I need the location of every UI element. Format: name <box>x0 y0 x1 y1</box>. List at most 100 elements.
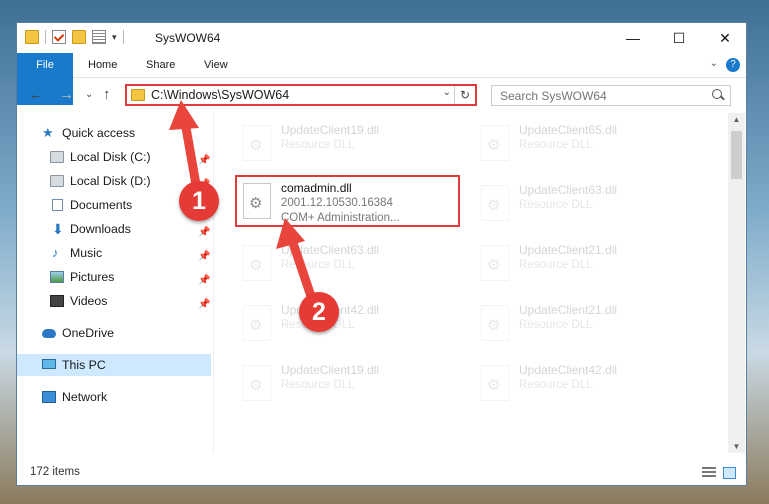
maximize-button[interactable]: ☐ <box>656 23 702 53</box>
pin-icon[interactable]: 📌 <box>198 270 210 292</box>
file-tile[interactable]: UpdateClient21.dll Resource DLL <box>473 237 698 289</box>
file-name: UpdateClient63.dll <box>519 183 618 197</box>
window-title: SysWOW64 <box>155 31 221 45</box>
file-tile[interactable]: UpdateClient42.dll Resource DLL <box>235 297 460 349</box>
sidebar-item-pictures[interactable]: Pictures 📌 <box>17 266 211 288</box>
sidebar-item-network[interactable]: Network <box>17 386 211 408</box>
onedrive-icon <box>42 329 56 338</box>
pin-icon[interactable]: 📌 <box>198 246 210 268</box>
network-icon <box>42 391 56 403</box>
sidebar-item-label: Quick access <box>62 126 136 140</box>
file-name: UpdateClient19.dll <box>281 123 380 137</box>
pin-icon[interactable]: 📌 <box>198 294 210 316</box>
forward-button[interactable]: → <box>59 86 74 103</box>
scroll-down-icon[interactable]: ▼ <box>728 442 745 451</box>
disk-icon <box>50 175 64 187</box>
pin-icon[interactable]: 📌 <box>198 150 210 172</box>
sidebar-item-downloads[interactable]: ⬇ Downloads 📌 <box>17 218 211 240</box>
ribbon-tabs: File Home Share View ⌄ ? <box>17 53 746 105</box>
new-folder-icon[interactable] <box>72 30 86 44</box>
file-tile[interactable]: UpdateClient21.dll Resource DLL <box>473 297 698 349</box>
search-icon[interactable] <box>712 89 722 99</box>
up-button[interactable]: ↑ <box>103 86 111 103</box>
folder-icon[interactable] <box>25 30 39 44</box>
file-tile[interactable]: UpdateClient19.dll Resource DLL <box>235 117 460 169</box>
dll-file-icon <box>481 245 509 281</box>
videos-icon <box>50 295 64 307</box>
sidebar-item-videos[interactable]: Videos 📌 <box>17 290 211 312</box>
file-tile[interactable]: UpdateClient63.dll Resource DLL <box>473 177 698 229</box>
disk-icon <box>50 151 64 163</box>
file-type: Resource DLL <box>519 319 593 331</box>
properties-icon[interactable] <box>92 30 106 44</box>
dll-file-icon <box>481 185 509 221</box>
sidebar-item-label: Local Disk (D:) <box>70 174 151 188</box>
search-box[interactable] <box>491 85 731 106</box>
file-version: 2001.12.10530.16384 <box>281 197 393 209</box>
sidebar-item-label: OneDrive <box>62 326 114 340</box>
scrollbar-thumb[interactable] <box>731 131 742 179</box>
file-tile[interactable]: UpdateClient63.dll Resource DLL <box>235 237 460 289</box>
file-tile[interactable]: UpdateClient19.dll Resource DLL <box>235 357 460 409</box>
file-type: Resource DLL <box>519 259 593 271</box>
details-view-icon[interactable] <box>702 467 716 479</box>
tiles-view-icon[interactable] <box>723 467 736 479</box>
pictures-icon <box>50 271 64 283</box>
address-path[interactable]: C:\Windows\SysWOW64 <box>151 88 289 102</box>
file-name: comadmin.dll <box>281 181 352 195</box>
dll-file-icon <box>243 125 271 161</box>
sidebar-item-label: Network <box>62 390 108 404</box>
downloads-icon: ⬇ <box>52 221 64 237</box>
file-name: UpdateClient19.dll <box>281 363 380 377</box>
address-bar[interactable]: C:\Windows\SysWOW64 ⌄ ↻ <box>125 84 477 106</box>
sidebar-item-this-pc[interactable]: This PC <box>17 354 211 376</box>
file-tile[interactable]: UpdateClient42.dll Resource DLL <box>473 357 698 409</box>
status-bar: 172 items <box>17 463 746 485</box>
sidebar-item-onedrive[interactable]: OneDrive <box>17 322 211 344</box>
sidebar-item-label: Local Disk (C:) <box>70 150 151 164</box>
dll-file-icon <box>481 305 509 341</box>
sidebar-item-label: Downloads <box>70 222 131 236</box>
file-name: UpdateClient63.dll <box>281 243 380 257</box>
search-input[interactable] <box>498 88 702 104</box>
step-2-badge: 2 <box>299 292 339 332</box>
sidebar-item-quick-access[interactable]: ★ Quick access <box>17 122 211 144</box>
tab-share[interactable]: Share <box>132 53 189 77</box>
folder-icon <box>131 89 145 101</box>
dll-file-icon <box>243 305 271 341</box>
help-icon[interactable]: ? <box>726 58 740 72</box>
file-type: Resource DLL <box>519 379 593 391</box>
scroll-up-icon[interactable]: ▲ <box>728 115 745 124</box>
navigation-bar: ← → ⌄ ↑ C:\Windows\SysWOW64 ⌄ ↻ <box>17 78 746 112</box>
file-explorer-window: ▾ SysWOW64 — ☐ ✕ File Home Share View ⌄ … <box>16 22 747 486</box>
sidebar-item-local-disk-c[interactable]: Local Disk (C:) 📌 <box>17 146 211 168</box>
address-dropdown-icon[interactable]: ⌄ <box>443 87 451 98</box>
tab-home[interactable]: Home <box>74 53 131 77</box>
collapse-ribbon-icon[interactable]: ⌄ <box>710 58 718 69</box>
customize-toolbar-icon[interactable]: ▾ <box>112 32 117 43</box>
recent-locations-button[interactable]: ⌄ <box>85 89 93 100</box>
file-type: Resource DLL <box>519 199 593 211</box>
sidebar-item-label: Videos <box>70 294 108 308</box>
file-name: UpdateClient42.dll <box>519 363 618 377</box>
refresh-button[interactable]: ↻ <box>454 86 475 104</box>
file-tile-comadmin[interactable]: comadmin.dll 2001.12.10530.16384 COM+ Ad… <box>235 175 460 227</box>
back-button[interactable]: ← <box>29 86 44 103</box>
tab-view[interactable]: View <box>190 53 242 77</box>
sidebar-item-label: This PC <box>62 358 106 372</box>
pin-icon[interactable]: 📌 <box>198 222 210 244</box>
title-bar: ▾ SysWOW64 — ☐ ✕ <box>17 23 746 53</box>
step-1-badge: 1 <box>179 181 219 221</box>
documents-icon <box>52 199 63 211</box>
star-icon: ★ <box>42 125 54 140</box>
properties-check-icon[interactable] <box>52 30 66 44</box>
sidebar-item-music[interactable]: ♪ Music 📌 <box>17 242 211 264</box>
minimize-button[interactable]: — <box>610 23 656 53</box>
this-pc-icon <box>42 359 56 369</box>
quick-access-toolbar: ▾ <box>25 30 124 44</box>
file-tile[interactable]: UpdateClient65.dll Resource DLL <box>473 117 698 169</box>
vertical-scrollbar[interactable]: ▲ ▼ <box>728 113 745 453</box>
sidebar-item-label: Documents <box>70 198 133 212</box>
toolbar-divider <box>122 30 124 44</box>
close-button[interactable]: ✕ <box>702 23 746 53</box>
